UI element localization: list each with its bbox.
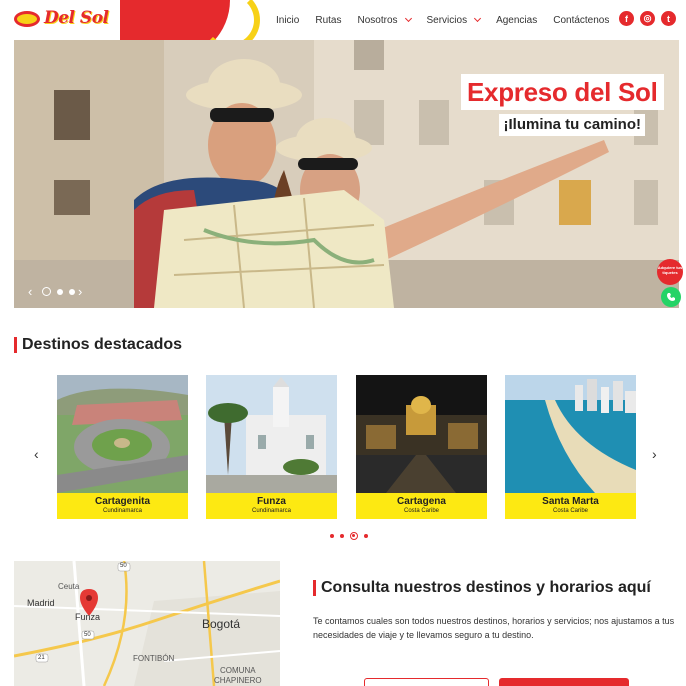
destination-card[interactable]: Cartagenita Cundinamarca [57, 375, 188, 519]
phone-icon [667, 293, 675, 301]
ticket-badge[interactable]: Adquiere tus tiquetes [657, 259, 683, 285]
logo[interactable]: Del Sol [0, 0, 260, 40]
primary-button[interactable] [499, 678, 629, 686]
carousel-prev-arrow-icon[interactable]: ‹ [34, 446, 39, 462]
hero-prev-arrow-icon[interactable]: ‹ [28, 284, 32, 299]
slide-dot[interactable] [57, 288, 63, 295]
chevron-down-icon [404, 14, 412, 23]
nav-label: Contáctenos [553, 14, 610, 26]
logo-sun-icon [14, 11, 40, 27]
destination-image [356, 375, 487, 493]
destination-name: Cartagena [397, 496, 446, 507]
carousel-dots [330, 532, 368, 540]
destination-name: Funza [257, 496, 286, 507]
hero-title: Expreso del Sol [461, 74, 664, 110]
destination-region: Costa Caribe [552, 508, 588, 514]
destination-region: Cundinamarca [251, 508, 292, 514]
whatsapp-icon[interactable] [661, 287, 681, 307]
site-header: Del Sol Inicio Rutas Nosotros Servicios … [0, 0, 686, 40]
destination-card[interactable]: Funza Cundinamarca [206, 375, 337, 519]
hero-subtitle: ¡Ilumina tu camino! [499, 114, 645, 136]
section-title-destinos: Destinos destacados [14, 337, 182, 353]
hero-next-arrow-icon[interactable]: › [78, 284, 82, 299]
map-label: Funza [75, 612, 101, 622]
destination-caption: Santa Marta Costa Caribe [505, 493, 636, 519]
map-road-shield: 21 [38, 655, 45, 661]
carousel-dot[interactable] [340, 534, 344, 538]
destination-image [505, 375, 636, 493]
nav-label: Agencias [496, 14, 538, 26]
nav-label: Nosotros [357, 14, 398, 26]
nav-item-rutas[interactable]: Rutas [307, 15, 349, 26]
slide-dot[interactable] [42, 287, 51, 296]
social-links: f ◎ t [619, 11, 676, 26]
destination-image [206, 375, 337, 493]
destination-card[interactable]: Cartagena Costa Caribe [356, 375, 487, 519]
destination-region: Cundinamarca [102, 508, 143, 514]
logo-wordmark: Del Sol [44, 8, 109, 28]
twitter-icon[interactable]: t [661, 11, 676, 26]
hero-slide-dots [42, 287, 75, 296]
carousel-dot[interactable] [364, 534, 368, 538]
carousel-dot[interactable] [350, 532, 358, 540]
map-label: Ceuta [58, 582, 80, 591]
map-road-shield: 50 [120, 563, 127, 569]
outline-button[interactable] [364, 678, 489, 686]
nav-item-nosotros[interactable]: Nosotros [349, 15, 418, 26]
consulta-description: Te contamos cuales son todos nuestros de… [313, 616, 675, 640]
nav-label: Servicios [426, 14, 468, 26]
hero-slider[interactable]: Expreso del Sol ¡Ilumina tu camino! ‹ › [14, 40, 679, 308]
nav-item-inicio[interactable]: Inicio [268, 15, 307, 26]
nav-item-servicios[interactable]: Servicios [419, 15, 489, 26]
facebook-icon[interactable]: f [619, 11, 634, 26]
destination-caption: Funza Cundinamarca [206, 493, 337, 519]
destination-region: Costa Caribe [403, 508, 439, 514]
destination-name: Cartagenita [94, 496, 150, 507]
map-label: Madrid [27, 598, 55, 608]
nav-item-contactenos[interactable]: Contáctenos [545, 15, 617, 26]
destination-image [57, 375, 188, 493]
ticket-badge-label: Adquiere tus tiquetes [657, 265, 683, 275]
location-map[interactable]: Ceuta Madrid Funza Bogotá FONTIBÓN COMUN… [14, 561, 280, 686]
map-label: FONTIBÓN [133, 654, 175, 663]
destination-caption: Cartagenita Cundinamarca [57, 493, 188, 519]
instagram-icon[interactable]: ◎ [640, 11, 655, 26]
map-road-shield: 50 [84, 632, 91, 638]
map-label: CHAPINERO [214, 676, 262, 685]
destination-card[interactable]: Santa Marta Costa Caribe [505, 375, 636, 519]
nav-item-agencias[interactable]: Agencias [488, 15, 545, 26]
carousel-next-arrow-icon[interactable]: › [652, 446, 657, 462]
main-nav: Inicio Rutas Nosotros Servicios Agencias… [268, 0, 617, 40]
map-label: Bogotá [202, 617, 241, 631]
section-title-consulta: Consulta nuestros destinos y horarios aq… [313, 580, 651, 596]
carousel-dot[interactable] [330, 534, 334, 538]
chevron-down-icon [474, 14, 482, 23]
nav-label: Rutas [315, 14, 342, 26]
destination-caption: Cartagena Costa Caribe [356, 493, 487, 519]
map-label: COMUNA [220, 666, 256, 675]
nav-label: Inicio [276, 14, 300, 26]
slide-dot[interactable] [69, 288, 75, 295]
destination-name: Santa Marta [542, 496, 599, 507]
logo-yellow-swoosh [200, 0, 260, 40]
